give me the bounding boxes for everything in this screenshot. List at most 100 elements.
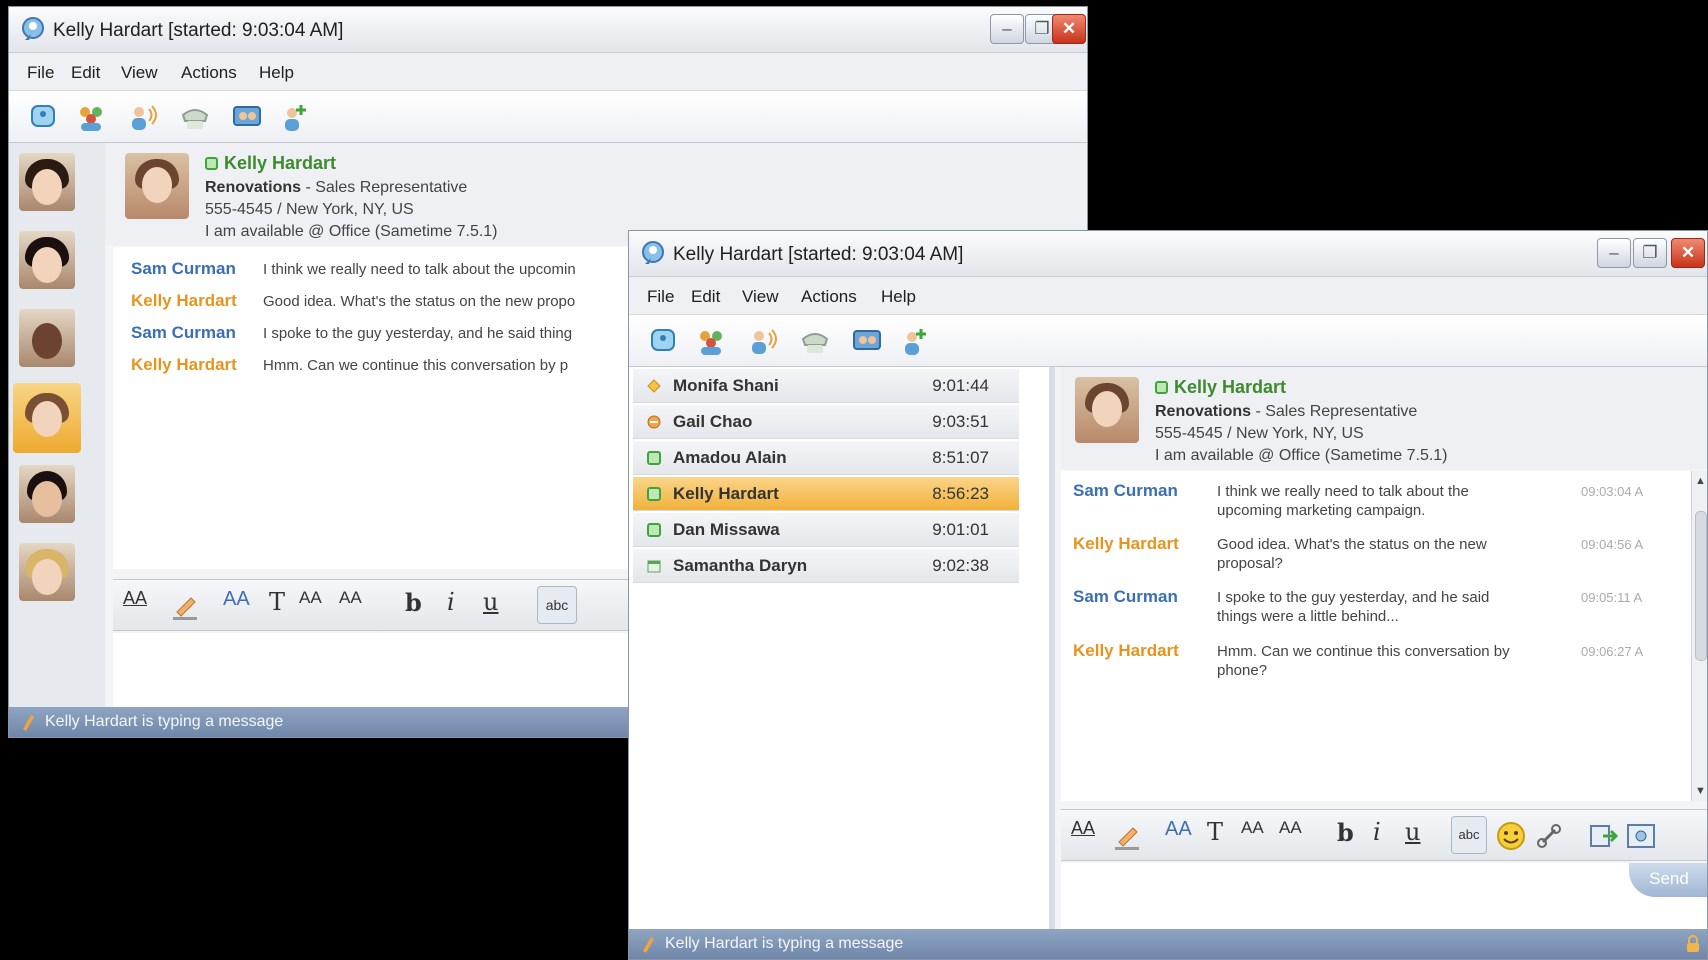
menu-help[interactable]: Help	[881, 287, 916, 307]
participant-avatar[interactable]	[19, 543, 75, 601]
menu-edit[interactable]: Edit	[691, 287, 720, 307]
conversation-row[interactable]: Dan Missawa 9:01:01	[633, 513, 1019, 547]
share-screen-icon[interactable]	[851, 325, 883, 357]
message-input[interactable]: Send	[1061, 863, 1707, 931]
chat-icon[interactable]	[647, 325, 679, 357]
send-file-icon[interactable]	[1587, 820, 1619, 852]
scroll-up-icon[interactable]: ▲	[1695, 475, 1706, 487]
menu-file[interactable]: File	[647, 287, 674, 307]
conversation-row[interactable]: Samantha Daryn 9:02:38	[633, 549, 1019, 583]
menu-help[interactable]: Help	[259, 63, 294, 83]
profile-status-message: I am available @ Office (Sametime 7.5.1)	[1155, 447, 1448, 464]
contact-time: 9:01:44	[932, 376, 989, 395]
close-button[interactable]: ✕	[1052, 14, 1086, 44]
minimize-button[interactable]: –	[990, 14, 1024, 44]
underline-button[interactable]: u	[1405, 818, 1420, 846]
status-bar: Kelly Hardart is typing a message	[629, 929, 1707, 959]
sametime-app-icon	[642, 241, 664, 264]
title-bar[interactable]: Kelly Hardart [started: 9:03:04 AM] – ❐ …	[9, 7, 1087, 53]
profile-photo	[125, 153, 189, 219]
contact-time: 9:02:38	[932, 556, 989, 575]
title-bar[interactable]: Kelly Hardart [started: 9:03:04 AM] – ❐ …	[629, 231, 1707, 277]
profile-status-message: I am available @ Office (Sametime 7.5.1)	[205, 223, 498, 240]
message-sender: Kelly Hardart	[1073, 641, 1179, 660]
italic-button[interactable]: i	[1373, 818, 1381, 846]
window-title: Kelly Hardart [started: 9:03:04 AM]	[53, 20, 344, 41]
minimize-button[interactable]: –	[1597, 238, 1631, 268]
spell-check-button[interactable]: abc	[1451, 816, 1487, 854]
highlight-icon[interactable]	[169, 590, 201, 622]
participant-avatar[interactable]	[19, 153, 75, 211]
italic-button[interactable]: i	[447, 588, 455, 616]
participant-avatar[interactable]	[19, 231, 75, 289]
screen-capture-icon[interactable]	[1625, 820, 1657, 852]
font-face-button[interactable]: AA	[223, 588, 250, 611]
contact-time: 8:51:07	[932, 448, 989, 467]
menu-bar: File Edit View Actions Help	[9, 53, 1087, 91]
chat-window-front: Kelly Hardart [started: 9:03:04 AM] – ❐ …	[628, 230, 1708, 960]
add-person-icon[interactable]	[899, 325, 931, 357]
menu-actions[interactable]: Actions	[801, 287, 857, 307]
close-button[interactable]: ✕	[1671, 238, 1705, 268]
menu-file[interactable]: File	[27, 63, 54, 83]
font-face-button[interactable]: AA	[1165, 818, 1192, 841]
menu-view[interactable]: View	[742, 287, 779, 307]
call-icon[interactable]	[747, 325, 779, 357]
font-color-button[interactable]: AA	[123, 588, 147, 609]
link-icon[interactable]	[1533, 820, 1565, 852]
conversation-row[interactable]: Amadou Alain 8:51:07	[633, 441, 1019, 475]
share-screen-icon[interactable]	[231, 101, 263, 133]
highlight-icon[interactable]	[1111, 820, 1143, 852]
shrink-font-button[interactable]: AA	[1279, 818, 1302, 838]
participant-avatar-selected[interactable]	[13, 383, 81, 453]
emoticon-icon[interactable]	[1495, 820, 1527, 852]
menu-view[interactable]: View	[121, 63, 158, 83]
contact-time: 9:01:01	[932, 520, 989, 539]
sametime-app-icon	[22, 17, 44, 40]
participant-avatar[interactable]	[19, 465, 75, 523]
call-icon[interactable]	[127, 101, 159, 133]
grow-font-button[interactable]: AA	[1241, 818, 1264, 838]
conversation-row[interactable]: Monifa Shani 9:01:44	[633, 369, 1019, 403]
add-person-icon[interactable]	[279, 101, 311, 133]
participant-avatar[interactable]	[19, 309, 75, 367]
chat-icon[interactable]	[27, 101, 59, 133]
conversation-row[interactable]: Gail Chao 9:03:51	[633, 405, 1019, 439]
profile-company: Renovations - Sales Representative	[205, 179, 468, 196]
spell-check-button[interactable]: abc	[537, 586, 577, 624]
conversation-row-selected[interactable]: Kelly Hardart 8:56:23	[633, 477, 1019, 511]
bold-button[interactable]: b	[405, 588, 422, 617]
message-sender: Kelly Hardart	[1073, 534, 1179, 553]
restore-button[interactable]: ❐	[1633, 238, 1667, 268]
scroll-down-icon[interactable]: ▼	[1695, 785, 1706, 797]
pencil-icon	[643, 937, 654, 953]
participants-strip	[9, 143, 105, 709]
transcript-scrollbar[interactable]: ▲ ▼	[1691, 471, 1707, 801]
transcript-pane: Sam Curman I think we really need to tal…	[1061, 471, 1707, 801]
phone-icon[interactable]	[179, 101, 211, 133]
bold-button[interactable]: b	[1337, 818, 1354, 847]
profile-company: Renovations - Sales Representative	[1155, 403, 1418, 420]
phone-icon[interactable]	[799, 325, 831, 357]
menu-edit[interactable]: Edit	[71, 63, 100, 83]
invite-others-icon[interactable]	[75, 101, 107, 133]
message-time: 09:03:04 A	[1581, 484, 1644, 499]
message-sender: Sam Curman	[131, 323, 236, 342]
profile-name: Kelly Hardart	[1155, 377, 1286, 398]
invite-others-icon[interactable]	[695, 325, 727, 357]
underline-button[interactable]: u	[483, 588, 498, 616]
text-style-button[interactable]: T	[269, 588, 285, 616]
scrollbar-thumb[interactable]	[1695, 511, 1707, 661]
font-color-button[interactable]: AA	[1071, 818, 1095, 839]
contact-time: 9:03:51	[932, 412, 989, 431]
toolbar	[9, 91, 1087, 143]
shrink-font-button[interactable]: AA	[339, 588, 362, 608]
profile-phone: 555-4545 / New York, NY, US	[205, 201, 414, 218]
grow-font-button[interactable]: AA	[299, 588, 322, 608]
typing-status: Kelly Hardart is typing a message	[45, 713, 284, 730]
message-text: Good idea. What's the status on the new …	[1217, 536, 1487, 572]
message-text: I spoke to the guy yesterday, and he sai…	[263, 325, 573, 342]
text-style-button[interactable]: T	[1207, 818, 1223, 846]
send-button[interactable]: Send	[1629, 863, 1707, 897]
menu-actions[interactable]: Actions	[181, 63, 237, 83]
